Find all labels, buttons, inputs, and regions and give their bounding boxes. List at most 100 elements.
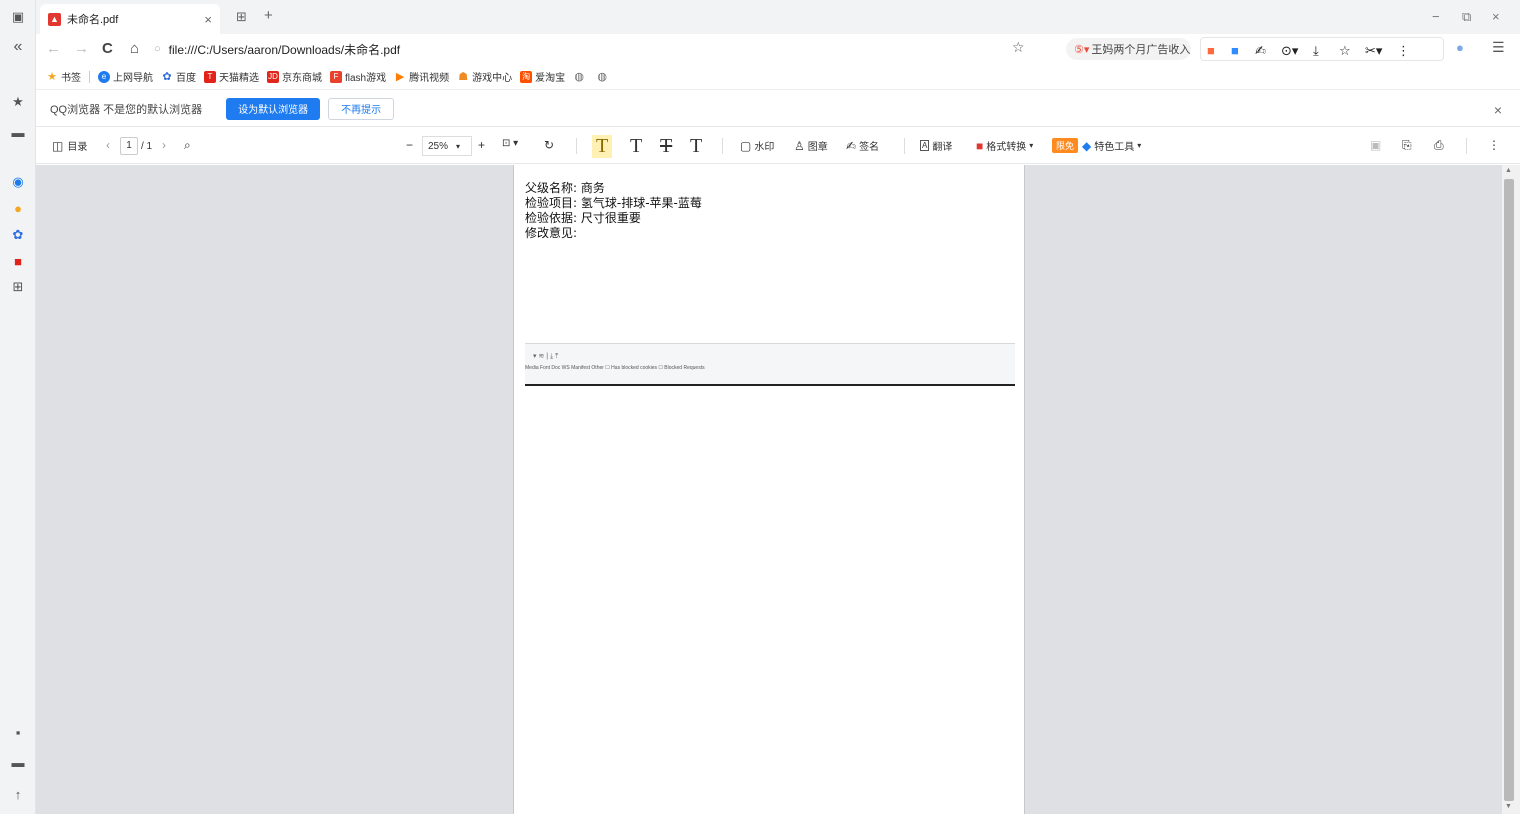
- divider: [904, 138, 905, 154]
- folder-icon[interactable]: ▪: [9, 723, 27, 741]
- translate-ext-icon[interactable]: ■: [1231, 43, 1239, 58]
- bookmark-item[interactable]: ◍: [596, 71, 611, 83]
- toc-button[interactable]: ◫ 目录: [52, 138, 87, 154]
- save-as-icon[interactable]: ⎘: [1402, 138, 1412, 153]
- signature-icon: ✍: [846, 138, 857, 153]
- video-icon[interactable]: ■: [9, 252, 27, 270]
- text-underline-tool[interactable]: T: [630, 135, 642, 158]
- more-options-icon[interactable]: ⋮: [1488, 138, 1500, 152]
- save-icon[interactable]: ▣: [1370, 138, 1381, 152]
- chevron-down-icon: ▾: [1029, 141, 1034, 150]
- bookmark-item[interactable]: ☗ 游戏中心: [457, 69, 512, 84]
- close-infobar-icon[interactable]: ×: [1494, 102, 1502, 118]
- special-tools-button[interactable]: 限免 ◆ 特色工具 ▾: [1052, 138, 1141, 153]
- close-tab-icon[interactable]: ×: [204, 12, 212, 27]
- news-ticker-text: 王妈两个月广告收入或达5: [1091, 44, 1191, 56]
- set-default-button[interactable]: 设为默认浏览器: [226, 97, 321, 120]
- tab-grid-icon[interactable]: ⊞: [236, 9, 247, 25]
- qq-search-icon[interactable]: ◉: [9, 173, 27, 191]
- url-field[interactable]: ○ file:///C:/Users/aaron/Downloads/未命名.p…: [154, 38, 1024, 60]
- history-icon[interactable]: ⊙▾: [1281, 43, 1298, 59]
- star-icon[interactable]: ★: [9, 93, 27, 111]
- text-strikethrough-tool[interactable]: T: [660, 135, 672, 158]
- collapse-icon[interactable]: «: [9, 38, 27, 56]
- menu-icon[interactable]: ☰: [1492, 39, 1505, 56]
- tencent-video-icon: ▶: [395, 71, 405, 83]
- scissors-icon[interactable]: ✂▾: [1365, 43, 1382, 59]
- find-icon[interactable]: ⌕: [184, 138, 191, 153]
- divider: [1466, 138, 1467, 154]
- pdf-tool-icon[interactable]: ■: [1207, 43, 1215, 58]
- scroll-down-icon[interactable]: ▼: [1505, 803, 1512, 810]
- text-highlight-tool[interactable]: T: [592, 135, 613, 158]
- scroll-thumb[interactable]: [1504, 179, 1514, 801]
- bookmark-item[interactable]: ▶ 腾讯视频: [394, 69, 449, 84]
- reload-button[interactable]: C: [102, 40, 113, 57]
- baidu-icon[interactable]: ✿: [9, 226, 27, 244]
- tools-icon: ◆: [1082, 138, 1092, 153]
- page-input[interactable]: 1: [120, 137, 138, 155]
- favorite-star-icon[interactable]: ☆: [1012, 39, 1025, 56]
- pin-icon[interactable]: ↑: [9, 785, 27, 803]
- zoom-out-button[interactable]: −: [406, 138, 413, 152]
- rotate-icon[interactable]: ↻: [544, 138, 554, 152]
- news-ticker[interactable]: ⑤▾ 王妈两个月广告收入或达5: [1066, 38, 1191, 60]
- divider: [525, 384, 1015, 386]
- fit-page-icon[interactable]: ⊡ ▾: [502, 138, 518, 149]
- scrollbar[interactable]: ▲ ▼: [1502, 165, 1520, 814]
- bookmark-star-icon[interactable]: ☆: [1339, 43, 1351, 59]
- briefcase-icon[interactable]: ▬: [9, 753, 27, 771]
- sign-ext-icon[interactable]: ✍: [1255, 43, 1266, 59]
- scroll-up-icon[interactable]: ▲: [1505, 167, 1512, 174]
- tab-bar: ▲ 未命名.pdf × ⊞ + − ⧉ ×: [36, 0, 1520, 34]
- watermark-button[interactable]: ▢ 水印: [740, 138, 775, 154]
- tab-title: 未命名.pdf: [67, 14, 119, 26]
- bookmark-item[interactable]: JD 京东商城: [267, 69, 322, 84]
- sidebar-toggle-icon[interactable]: ▣: [9, 8, 27, 26]
- back-button[interactable]: ←: [46, 40, 61, 57]
- zoom-in-button[interactable]: +: [478, 138, 485, 152]
- stamp-button[interactable]: ♙ 图章: [794, 138, 828, 154]
- more-icon[interactable]: ⋮: [1397, 43, 1410, 59]
- reader-icon[interactable]: ▬: [9, 123, 27, 141]
- zoom-select[interactable]: 25% ▾: [422, 136, 472, 156]
- format-convert-button[interactable]: ■ 格式转换 ▾: [976, 138, 1034, 154]
- download-icon[interactable]: ⤓: [1313, 43, 1319, 59]
- app-icon[interactable]: ●: [9, 199, 27, 217]
- convert-icon: ■: [976, 138, 984, 153]
- bookmark-item[interactable]: ◍: [573, 71, 588, 83]
- bookmarks-bar: ★ 书签 e 上网导航 ✿ 百度 T 天猫精选 JD 京东商城 F flash游…: [36, 64, 1520, 90]
- pdf-page: 父级名称: 商务 检验项目: 氢气球-排球-苹果-蓝莓 检验依据: 尺寸很重要 …: [513, 165, 1025, 814]
- close-window-button[interactable]: ×: [1492, 9, 1500, 24]
- bookmark-item[interactable]: ★ 书签: [46, 69, 81, 84]
- print-icon[interactable]: ⎙: [1434, 138, 1444, 153]
- text-insert-tool[interactable]: T: [690, 135, 702, 158]
- bookmark-item[interactable]: e 上网导航: [98, 69, 153, 84]
- home-button[interactable]: ⌂: [130, 40, 139, 57]
- tab-active[interactable]: ▲ 未命名.pdf ×: [40, 4, 220, 34]
- watermark-icon: ▢: [740, 138, 752, 153]
- minimize-button[interactable]: −: [1432, 9, 1440, 24]
- url-text: file:///C:/Users/aaron/Downloads/未命名.pdf: [168, 42, 401, 57]
- sidebar-panel-icon: ◫: [52, 138, 64, 153]
- add-app-icon[interactable]: ⊞: [9, 278, 27, 296]
- bookmark-item[interactable]: F flash游戏: [330, 69, 386, 84]
- bookmark-item[interactable]: T 天猫精选: [204, 69, 259, 84]
- watermark-label: 水印: [754, 142, 775, 153]
- forward-button[interactable]: →: [74, 40, 89, 57]
- avatar[interactable]: ●: [1456, 40, 1464, 55]
- new-tab-button[interactable]: +: [264, 7, 273, 24]
- prev-page-icon[interactable]: ‹: [106, 138, 110, 152]
- dont-show-again-button[interactable]: 不再提示: [328, 97, 395, 120]
- signature-label: 签名: [859, 142, 880, 153]
- signature-button[interactable]: ✍ 签名: [846, 138, 880, 154]
- restore-button[interactable]: ⧉: [1462, 9, 1471, 25]
- next-page-icon[interactable]: ›: [162, 138, 166, 152]
- bookmark-item[interactable]: 淘 爱淘宝: [520, 69, 565, 84]
- globe-icon: ◍: [574, 71, 584, 83]
- bookmark-item[interactable]: ✿ 百度: [161, 69, 196, 84]
- embedded-filter-tabs: Media Font Doc WS Manifest Other ☐ Has b…: [525, 365, 705, 371]
- bookmark-star-icon: ★: [47, 71, 57, 83]
- translate-button[interactable]: A 翻译: [920, 138, 952, 153]
- bookmark-label: flash游戏: [345, 73, 387, 84]
